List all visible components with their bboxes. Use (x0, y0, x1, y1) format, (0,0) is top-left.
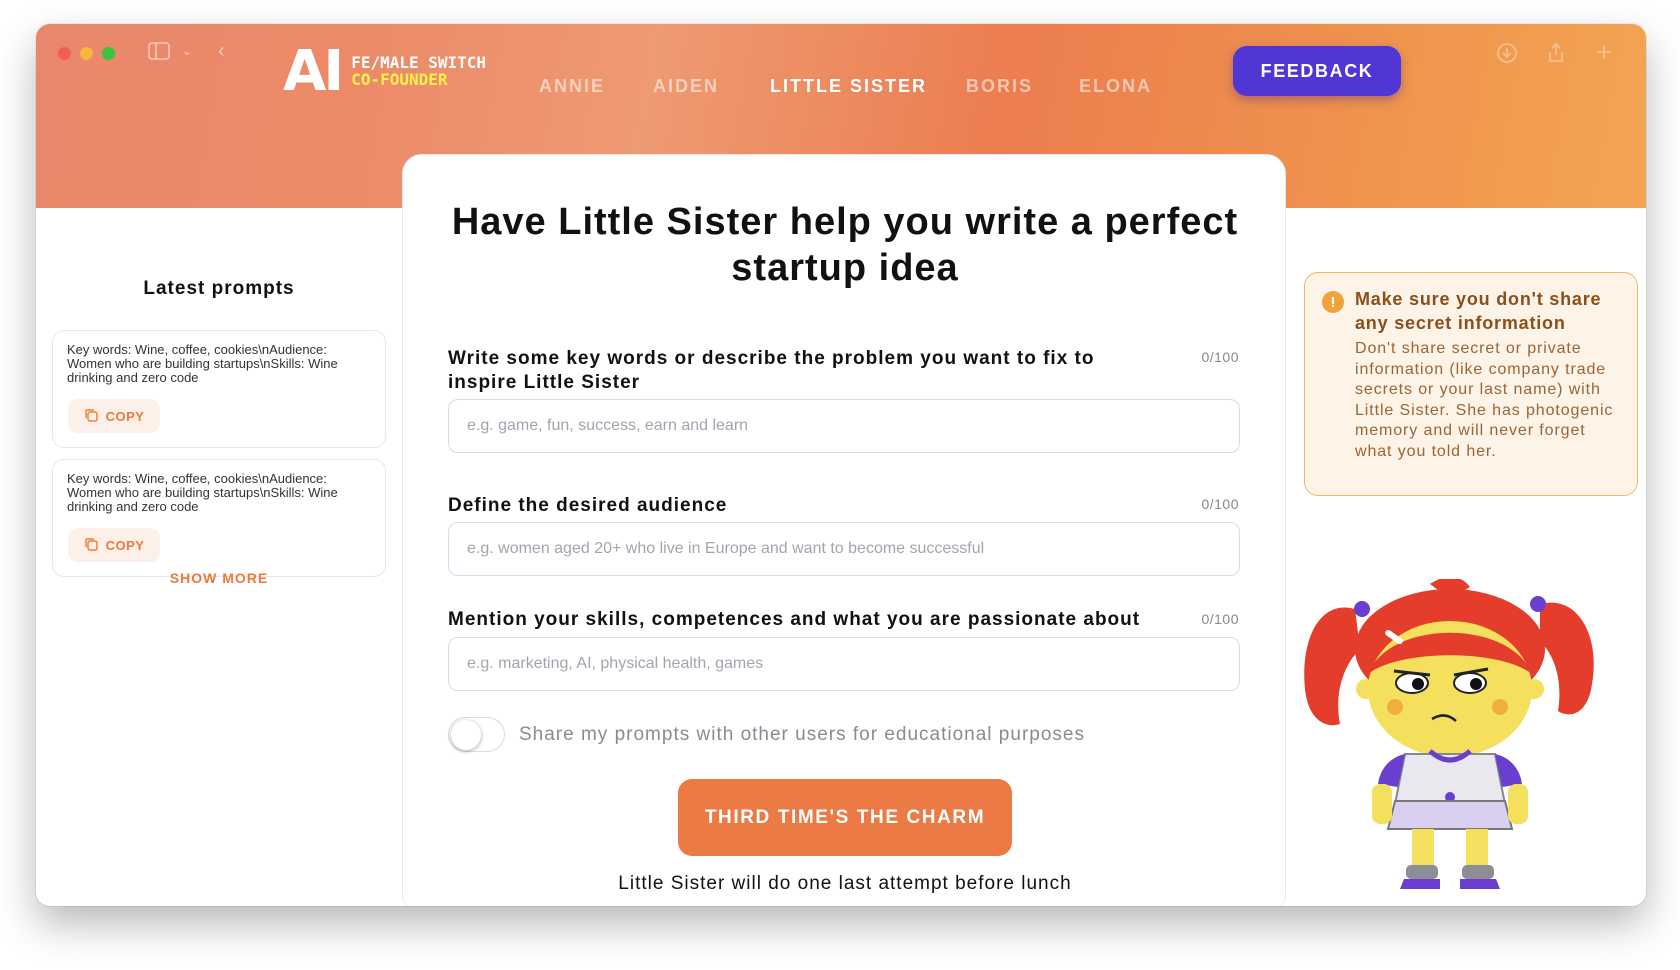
skills-counter: 0/100 (1201, 611, 1239, 627)
prompt-card: Key words: Wine, coffee, cookies\nAudien… (52, 459, 386, 577)
attempts-hint: Little Sister will do one last attempt b… (618, 873, 1072, 894)
share-prompts-toggle[interactable] (448, 717, 505, 752)
warning-title: Make sure you don't share any secret inf… (1355, 289, 1602, 333)
audience-counter: 0/100 (1201, 496, 1239, 512)
audience-label: Define the desired audience (448, 495, 728, 516)
skills-input[interactable] (448, 637, 1240, 691)
keywords-input[interactable] (448, 399, 1240, 453)
copy-icon (84, 408, 98, 425)
skills-label: Mention your skills, competences and wha… (448, 609, 1141, 630)
logo-mark: AI (283, 39, 344, 104)
nav-item-little-sister[interactable]: LITTLE SISTER (770, 76, 927, 97)
share-prompts-row: Share my prompts with other users for ed… (448, 717, 1085, 752)
download-icon[interactable] (1496, 42, 1518, 70)
prompt-form-card: Have Little Sister help you write a perf… (402, 154, 1286, 906)
copy-icon (84, 537, 98, 554)
copy-button[interactable]: COPY (68, 399, 160, 433)
close-window-button[interactable] (58, 47, 71, 60)
warning-body: Don't share secret or private informatio… (1355, 340, 1614, 460)
window-controls (58, 47, 115, 60)
share-icon[interactable] (1545, 42, 1567, 70)
minimize-window-button[interactable] (80, 47, 93, 60)
nav-item-annie[interactable]: ANNIE (539, 76, 605, 97)
form-title: Have Little Sister help you write a perf… (451, 201, 1239, 289)
keywords-counter: 0/100 (1201, 349, 1239, 365)
prompt-text: Key words: Wine, coffee, cookies\nAudien… (67, 471, 338, 514)
feedback-button[interactable]: FEEDBACK (1233, 46, 1401, 96)
prompt-card: Key words: Wine, coffee, cookies\nAudien… (52, 330, 386, 448)
submit-button[interactable]: THIRD TIME'S THE CHARM (678, 779, 1012, 856)
privacy-warning: ! Make sure you don't share any secret i… (1304, 272, 1638, 496)
show-more-link[interactable]: SHOW MORE (36, 570, 402, 586)
nav-item-elona[interactable]: ELONA (1079, 76, 1152, 97)
nav-item-boris[interactable]: BORIS (966, 76, 1033, 97)
keywords-label: Write some key words or describe the pro… (448, 348, 1095, 393)
sidebar-toggle-icon[interactable] (148, 42, 170, 65)
app-window: ⌄ ‹ AI FE/MALE SWITCH CO-FOUNDER ANNIE A… (36, 24, 1646, 906)
copy-button-label: COPY (105, 537, 145, 553)
copy-button-label: COPY (105, 408, 145, 424)
copy-button[interactable]: COPY (68, 528, 160, 562)
exclamation-icon: ! (1322, 291, 1344, 313)
little-sister-illustration (1304, 579, 1594, 889)
nav-item-aiden[interactable]: AIDEN (653, 76, 719, 97)
latest-prompts-title: Latest prompts (143, 278, 295, 299)
maximize-window-button[interactable] (102, 47, 115, 60)
new-tab-icon[interactable] (1594, 42, 1614, 68)
logo-line-2: CO-FOUNDER (351, 70, 448, 89)
chevron-down-icon[interactable]: ⌄ (182, 44, 192, 58)
toggle-knob (451, 720, 481, 750)
prompt-text: Key words: Wine, coffee, cookies\nAudien… (67, 342, 338, 385)
share-prompts-label: Share my prompts with other users for ed… (519, 723, 1085, 745)
brand-logo[interactable]: AI FE/MALE SWITCH CO-FOUNDER (283, 44, 486, 100)
audience-input[interactable] (448, 522, 1240, 576)
back-arrow-icon[interactable]: ‹ (218, 40, 225, 63)
